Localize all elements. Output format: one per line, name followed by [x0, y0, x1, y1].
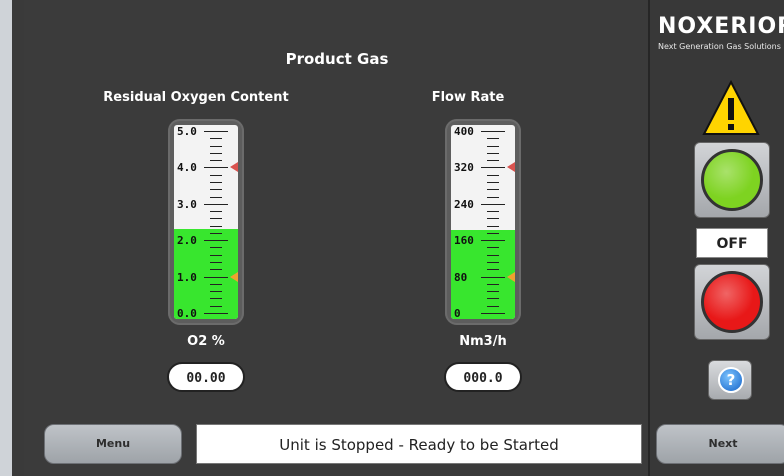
flow-tick-label: 320 — [454, 161, 474, 175]
oxygen-minor-tick — [210, 152, 222, 154]
flow-major-tick — [481, 313, 505, 314]
flow-unit-label: Nm3/h — [459, 334, 507, 349]
flow-gauge-title: Flow Rate — [431, 90, 505, 105]
oxygen-minor-tick — [210, 196, 222, 198]
flow-minor-tick — [487, 262, 499, 264]
oxygen-minor-tick — [210, 145, 222, 147]
oxygen-minor-tick — [210, 247, 222, 249]
oxygen-tick-label: 5.0 — [177, 125, 197, 138]
oxygen-gauge-title: Residual Oxygen Content — [103, 90, 289, 105]
stop-button[interactable] — [694, 264, 770, 340]
flow-minor-tick — [487, 291, 499, 293]
flow-minor-tick — [487, 174, 499, 176]
flow-minor-tick — [487, 189, 499, 191]
oxygen-tick-label: 4.0 — [177, 161, 197, 175]
oxygen-tick-label: 0.0 — [177, 307, 197, 319]
app-window: Product Gas Residual Oxygen Content 5.0 4… — [0, 0, 784, 476]
brand-name: NOXERIOR — [658, 14, 784, 39]
flow-minor-tick — [487, 211, 499, 213]
status-message: Unit is Stopped - Ready to be Started — [196, 424, 642, 464]
oxygen-minor-tick — [210, 138, 222, 140]
oxygen-major-tick — [204, 276, 228, 278]
oxygen-tick-label: 3.0 — [177, 197, 197, 211]
oxygen-minor-tick — [210, 298, 222, 300]
flow-major-tick — [481, 167, 505, 169]
flow-major-tick — [481, 276, 505, 278]
flow-minor-tick — [487, 218, 499, 220]
flow-major-tick — [481, 240, 505, 242]
oxygen-high-limit-marker — [230, 162, 238, 173]
oxygen-minor-tick — [210, 218, 222, 220]
oxygen-major-tick — [204, 131, 228, 132]
oxygen-gauge-tube: 5.0 4.0 3.0 2.0 1.0 0.0 — [174, 125, 238, 319]
oxygen-major-tick — [204, 203, 228, 205]
flow-minor-tick — [487, 138, 499, 140]
flow-tick-label: 80 — [454, 270, 468, 284]
oxygen-minor-tick — [210, 225, 222, 227]
oxygen-gauge: 5.0 4.0 3.0 2.0 1.0 0.0 — [168, 119, 244, 325]
oxygen-major-tick — [204, 167, 228, 169]
flow-gauge: 400 320 240 160 80 0 — [445, 119, 521, 325]
flow-tick-label: 160 — [454, 234, 474, 248]
oxygen-minor-tick — [210, 254, 222, 256]
control-sidebar: NOXERIOR Next Generation Gas Solutions O… — [650, 0, 784, 476]
flow-major-tick — [481, 203, 505, 205]
flow-minor-tick — [487, 232, 499, 234]
flow-high-limit-marker — [507, 162, 515, 173]
oxygen-minor-tick — [210, 174, 222, 176]
oxygen-minor-tick — [210, 305, 222, 307]
flow-minor-tick — [487, 152, 499, 154]
flow-tick-label: 0 — [454, 307, 461, 319]
oxygen-minor-tick — [210, 181, 222, 183]
flow-low-limit-marker — [507, 271, 515, 282]
oxygen-minor-tick — [210, 283, 222, 285]
next-button[interactable]: Next — [656, 424, 784, 464]
warning-triangle-icon — [702, 79, 760, 135]
flow-minor-tick — [487, 160, 499, 162]
flow-minor-tick — [487, 145, 499, 147]
flow-minor-tick — [487, 283, 499, 285]
start-lamp — [701, 149, 763, 211]
page-title: Product Gas — [285, 50, 389, 68]
run-state-indicator: OFF — [696, 228, 768, 258]
flow-minor-tick — [487, 254, 499, 256]
oxygen-unit-label: O2 % — [187, 334, 225, 349]
flow-minor-tick — [487, 269, 499, 271]
start-button[interactable] — [694, 142, 770, 218]
oxygen-minor-tick — [210, 189, 222, 191]
flow-value-field: 000.0 — [444, 362, 522, 392]
oxygen-minor-tick — [210, 291, 222, 293]
main-panel: Product Gas Residual Oxygen Content 5.0 4… — [24, 0, 650, 476]
oxygen-minor-tick — [210, 262, 222, 264]
oxygen-value-field: 00.00 — [167, 362, 245, 392]
oxygen-major-tick — [204, 240, 228, 242]
flow-minor-tick — [487, 181, 499, 183]
flow-minor-tick — [487, 305, 499, 307]
flow-minor-tick — [487, 298, 499, 300]
help-icon: ? — [718, 367, 744, 393]
flow-minor-tick — [487, 247, 499, 249]
flow-tick-label: 400 — [454, 125, 474, 138]
flow-major-tick — [481, 131, 505, 132]
flow-minor-tick — [487, 225, 499, 227]
oxygen-minor-tick — [210, 269, 222, 271]
oxygen-minor-tick — [210, 160, 222, 162]
stop-lamp — [701, 271, 763, 333]
brand-tagline: Next Generation Gas Solutions — [658, 42, 781, 51]
oxygen-minor-tick — [210, 232, 222, 234]
oxygen-tick-label: 2.0 — [177, 234, 197, 248]
oxygen-minor-tick — [210, 211, 222, 213]
flow-minor-tick — [487, 196, 499, 198]
flow-tick-label: 240 — [454, 197, 474, 211]
help-button[interactable]: ? — [708, 360, 752, 400]
brand-logo: NOXERIOR Next Generation Gas Solutions — [650, 14, 784, 58]
flow-gauge-tube: 400 320 240 160 80 0 — [451, 125, 515, 319]
oxygen-major-tick — [204, 313, 228, 314]
oxygen-tick-label: 1.0 — [177, 270, 197, 284]
oxygen-low-limit-marker — [230, 271, 238, 282]
menu-button[interactable]: Menu — [44, 424, 182, 464]
